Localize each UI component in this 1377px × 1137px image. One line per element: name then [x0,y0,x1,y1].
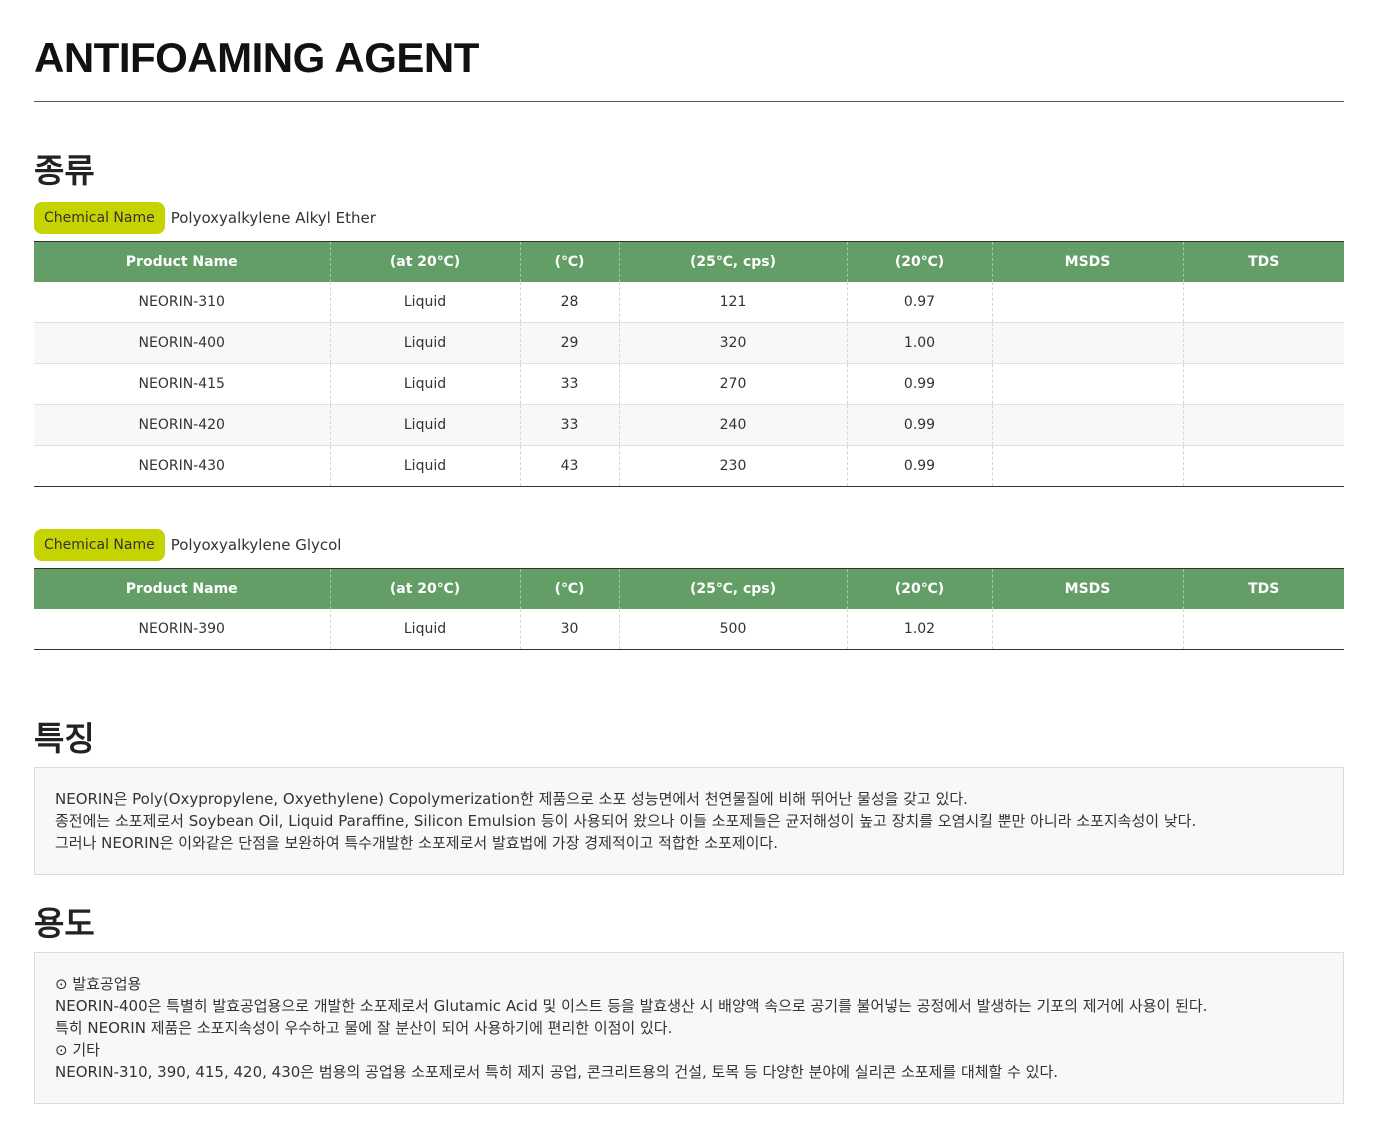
table-cell: 240 [619,404,848,446]
column-header: Product Name [34,241,331,282]
uses-line: 특히 NEORIN 제품은 소포지속성이 우수하고 물에 잘 분산이 되어 사용… [55,1019,673,1037]
table-cell: Liquid [330,445,521,487]
table-header-row: Product Name (at 20℃) (℃) (25℃, cps) (20℃) MS… [34,568,1344,609]
table-cell [992,282,1184,323]
table-header-row: Product Name (at 20℃) (℃) (25℃, cps) (20℃) MS… [34,241,1344,282]
features-heading: 특징 [34,719,95,758]
table-cell: 0.99 [847,445,993,487]
table-cell: 230 [619,445,848,487]
chemical-name-value: Polyoxyalkylene Glycol [170,536,342,554]
features-line: NEORIN은 Poly(Oxypropylene, Oxyethylene) … [55,790,968,808]
uses-box: ⊙ 발효공업용 NEORIN-400은 특별히 발효공업용으로 개발한 소포제로… [34,952,1344,1104]
column-header: (20℃) [847,568,993,609]
table-cell: 320 [619,322,848,364]
table-row: NEORIN-310 Liquid 28 121 0.97 [34,282,1344,323]
table-cell: 121 [619,282,848,323]
column-header: (at 20℃) [330,568,521,609]
uses-heading: 용도 [34,904,95,943]
column-header: (20℃) [847,241,993,282]
table-cell: Liquid [330,404,521,446]
table-row: NEORIN-420 Liquid 33 240 0.99 [34,404,1344,446]
table-cell [992,322,1184,364]
column-header: (25℃, cps) [619,568,848,609]
column-header: (at 20℃) [330,241,521,282]
table-cell [1183,404,1344,446]
table-row: NEORIN-430 Liquid 43 230 0.99 [34,445,1344,487]
table-cell: 29 [520,322,620,364]
table-cell: 500 [619,609,848,650]
uses-subheading: ⊙ 기타 [55,1041,100,1059]
uses-line: NEORIN-310, 390, 415, 420, 430은 범용의 공업용 … [55,1063,1059,1081]
product-name-cell: NEORIN-415 [34,363,331,405]
table-cell: 1.02 [847,609,993,650]
column-header: MSDS [992,568,1184,609]
product-name-cell: NEORIN-430 [34,445,331,487]
product-spec-table: Product Name (at 20℃) (℃) (25℃, cps) (20℃) MS… [34,568,1344,650]
table-cell: Liquid [330,282,521,323]
column-header: TDS [1183,568,1344,609]
chemical-name-row: Chemical Name Polyoxyalkylene Alkyl Ethe… [34,202,376,234]
table-cell: 0.99 [847,363,993,405]
column-header: TDS [1183,241,1344,282]
features-line: 종전에는 소포제로서 Soybean Oil, Liquid Paraffine… [55,812,1197,830]
table-cell: 28 [520,282,620,323]
table-cell [1183,282,1344,323]
column-header: (℃) [520,241,620,282]
table-cell [1183,609,1344,650]
table-cell [992,609,1184,650]
page-title: ANTIFOAMING AGENT [34,34,479,81]
column-header: Product Name [34,568,331,609]
table-cell: 43 [520,445,620,487]
table-cell: 0.99 [847,404,993,446]
column-header: (℃) [520,568,620,609]
table-cell [992,404,1184,446]
features-line: 그러나 NEORIN은 이와같은 단점을 보완하여 특수개발한 소포제로서 발효… [55,834,778,852]
table-cell: 270 [619,363,848,405]
product-spec-table: Product Name (at 20℃) (℃) (25℃, cps) (20℃) MS… [34,241,1344,487]
uses-subheading: ⊙ 발효공업용 [55,975,142,993]
table-cell: Liquid [330,609,521,650]
product-name-cell: NEORIN-400 [34,322,331,364]
table-cell: 33 [520,404,620,446]
table-cell [992,445,1184,487]
types-heading: 종류 [34,151,95,190]
column-header: MSDS [992,241,1184,282]
chemical-name-row: Chemical Name Polyoxyalkylene Glycol [34,529,341,561]
product-name-cell: NEORIN-390 [34,609,331,650]
table-cell [992,363,1184,405]
features-box: NEORIN은 Poly(Oxypropylene, Oxyethylene) … [34,767,1344,875]
table-cell [1183,322,1344,364]
table-cell: 1.00 [847,322,993,364]
title-divider [34,101,1344,102]
chemical-name-badge: Chemical Name [34,529,165,561]
table-cell: Liquid [330,363,521,405]
table-row: NEORIN-415 Liquid 33 270 0.99 [34,363,1344,405]
table-cell: 30 [520,609,620,650]
chemical-name-badge: Chemical Name [34,202,165,234]
uses-line: NEORIN-400은 특별히 발효공업용으로 개발한 소포제로서 Glutam… [55,997,1208,1015]
column-header: (25℃, cps) [619,241,848,282]
product-name-cell: NEORIN-420 [34,404,331,446]
table-cell [1183,363,1344,405]
table-cell: Liquid [330,322,521,364]
chemical-name-value: Polyoxyalkylene Alkyl Ether [170,209,376,227]
table-cell: 33 [520,363,620,405]
table-cell: 0.97 [847,282,993,323]
table-row: NEORIN-400 Liquid 29 320 1.00 [34,322,1344,364]
product-name-cell: NEORIN-310 [34,282,331,323]
table-row: NEORIN-390 Liquid 30 500 1.02 [34,609,1344,650]
table-cell [1183,446,1344,487]
